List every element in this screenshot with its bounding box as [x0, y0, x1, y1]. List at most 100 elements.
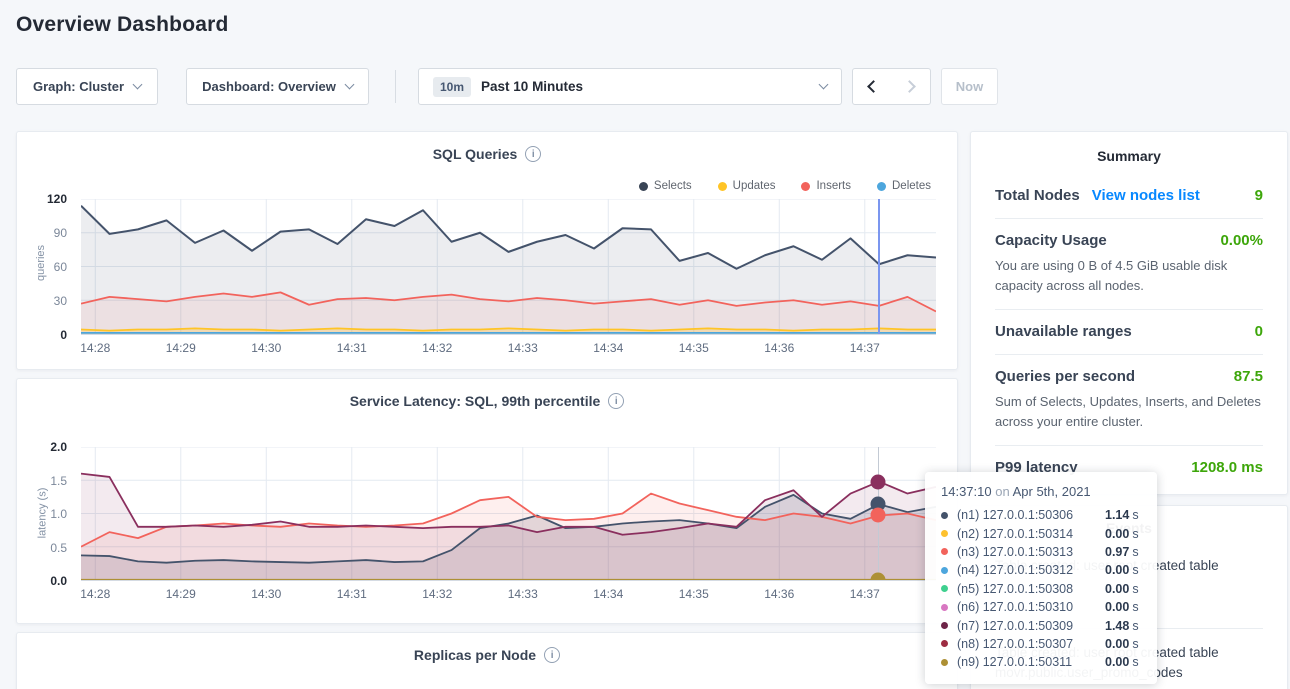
time-prev-button[interactable] — [852, 68, 892, 105]
legend-dot — [639, 182, 648, 191]
chart-legend: Selects Updates Inserts Deletes — [639, 180, 931, 192]
tooltip-row-unit: s — [1132, 582, 1138, 596]
x-axis-ticks: 14:2814:2914:3014:3114:3214:3314:3414:35… — [81, 341, 936, 357]
tooltip-row-label: (n8) 127.0.0.1:50307 — [957, 637, 1105, 651]
time-next-button[interactable] — [891, 68, 931, 105]
series-color-dot — [941, 548, 948, 555]
x-tick-label: 14:35 — [664, 341, 724, 355]
series-color-dot — [941, 622, 948, 629]
tooltip-row-label: (n4) 127.0.0.1:50312 — [957, 563, 1105, 577]
summary-value: 0 — [1255, 323, 1263, 340]
legend-dot — [801, 182, 810, 191]
chart-title-text: Replicas per Node — [414, 647, 536, 663]
y-axis-ticks: 0306090120 — [17, 199, 75, 335]
y-axis-ticks: 0.00.51.01.52.0 — [17, 447, 75, 581]
chart-title-text: Service Latency: SQL, 99th percentile — [350, 393, 601, 409]
x-tick-label: 14:32 — [407, 587, 467, 601]
time-range-label: Past 10 Minutes — [481, 79, 583, 94]
series-color-dot — [941, 567, 948, 574]
summary-value: 87.5 — [1234, 368, 1263, 385]
tooltip-row-label: (n9) 127.0.0.1:50311 — [957, 655, 1105, 669]
service-latency-title: Service Latency: SQL, 99th percentile i — [17, 393, 957, 409]
series-color-dot — [941, 530, 948, 537]
summary-row-total-nodes: Total NodesView nodes list9 — [995, 174, 1263, 218]
chart-canvas — [81, 447, 936, 580]
x-tick-label: 14:35 — [664, 587, 724, 601]
tooltip-rows: (n1) 127.0.0.1:503061.14s(n2) 127.0.0.1:… — [941, 506, 1143, 672]
info-icon[interactable]: i — [525, 146, 541, 162]
tooltip-row: (n9) 127.0.0.1:503110.00s — [941, 653, 1143, 671]
y-tick-label: 90 — [54, 226, 67, 240]
tooltip-row-value: 0.00 — [1105, 655, 1129, 669]
tooltip-row-value: 0.00 — [1105, 600, 1129, 614]
time-range-selector[interactable]: 10m Past 10 Minutes — [418, 68, 842, 105]
tooltip-row-value: 1.48 — [1105, 619, 1129, 633]
legend-item-selects[interactable]: Selects — [639, 180, 692, 192]
y-tick-label: 0.0 — [50, 574, 67, 588]
tooltip-row-label: (n1) 127.0.0.1:50306 — [957, 508, 1105, 522]
summary-row-head: Queries per second87.5 — [995, 368, 1263, 385]
info-icon[interactable]: i — [608, 393, 624, 409]
chart-canvas — [81, 199, 936, 334]
chart-hover-tooltip: 14:37:10 on Apr 5th, 2021 (n1) 127.0.0.1… — [925, 472, 1157, 684]
tooltip-row-value: 0.00 — [1105, 582, 1129, 596]
chevron-down-icon — [344, 80, 354, 90]
x-tick-label: 14:28 — [65, 587, 125, 601]
legend-item-inserts[interactable]: Inserts — [801, 180, 851, 192]
summary-rows: Total NodesView nodes list9 Capacity Usag… — [971, 174, 1287, 490]
y-tick-label: 30 — [54, 294, 67, 308]
x-tick-label: 14:30 — [236, 587, 296, 601]
dashboard-dropdown[interactable]: Dashboard: Overview — [186, 68, 369, 105]
tooltip-time: 14:37:10 — [941, 484, 992, 499]
x-tick-label: 14:34 — [578, 587, 638, 601]
x-tick-label: 14:36 — [749, 341, 809, 355]
summary-label: Unavailable ranges — [995, 323, 1132, 340]
x-tick-label: 14:30 — [236, 341, 296, 355]
service-latency-card: Service Latency: SQL, 99th percentile i … — [16, 378, 958, 624]
x-tick-label: 14:37 — [835, 587, 895, 601]
legend-item-deletes[interactable]: Deletes — [877, 180, 931, 192]
chevron-down-icon — [819, 80, 829, 90]
y-tick-label: 2.0 — [50, 440, 67, 454]
x-tick-label: 14:34 — [578, 341, 638, 355]
series-color-dot — [941, 640, 948, 647]
sql-queries-title: SQL Queries i — [17, 146, 957, 162]
now-button[interactable]: Now — [941, 68, 998, 105]
legend-label: Updates — [733, 180, 776, 192]
info-icon[interactable]: i — [544, 647, 560, 663]
tooltip-row-value: 1.14 — [1105, 508, 1129, 522]
summary-row-head: Capacity Usage0.00% — [995, 232, 1263, 249]
legend-item-updates[interactable]: Updates — [718, 180, 776, 192]
sql-queries-card: SQL Queries i Selects Updates Inserts Delet… — [16, 131, 958, 370]
tooltip-timestamp: 14:37:10 on Apr 5th, 2021 — [941, 484, 1143, 499]
summary-description: You are using 0 B of 4.5 GiB usable disk… — [995, 256, 1263, 295]
summary-label: Capacity Usage — [995, 232, 1107, 249]
tooltip-row-unit: s — [1132, 600, 1138, 614]
series-color-dot — [941, 604, 948, 611]
tooltip-connector: on — [995, 484, 1009, 499]
x-tick-label: 14:31 — [322, 587, 382, 601]
tooltip-row: (n3) 127.0.0.1:503130.97s — [941, 543, 1143, 561]
tooltip-date: Apr 5th, 2021 — [1013, 484, 1091, 499]
summary-title: Summary — [971, 132, 1287, 174]
x-tick-label: 14:33 — [493, 341, 553, 355]
graph-dropdown-label: Graph: Cluster — [33, 79, 124, 94]
tooltip-row: (n8) 127.0.0.1:503070.00s — [941, 635, 1143, 653]
chart-title-text: SQL Queries — [433, 146, 518, 162]
chart-plot-area[interactable] — [81, 447, 936, 581]
view-nodes-list-link[interactable]: View nodes list — [1092, 187, 1200, 204]
x-tick-label: 14:33 — [493, 587, 553, 601]
tooltip-row: (n4) 127.0.0.1:503120.00s — [941, 561, 1143, 579]
x-axis-ticks: 14:2814:2914:3014:3114:3214:3314:3414:35… — [81, 587, 936, 603]
summary-row-head: Total NodesView nodes list9 — [995, 187, 1263, 204]
legend-dot — [718, 182, 727, 191]
x-tick-label: 14:31 — [322, 341, 382, 355]
tooltip-row-unit: s — [1132, 563, 1138, 577]
chevron-down-icon — [133, 80, 143, 90]
y-tick-label: 1.5 — [50, 474, 67, 488]
graph-dropdown[interactable]: Graph: Cluster — [16, 68, 158, 105]
chart-plot-area[interactable] — [81, 199, 936, 335]
y-tick-label: 0.5 — [50, 541, 67, 555]
tooltip-row-unit: s — [1132, 527, 1138, 541]
tooltip-row-value: 0.00 — [1105, 563, 1129, 577]
